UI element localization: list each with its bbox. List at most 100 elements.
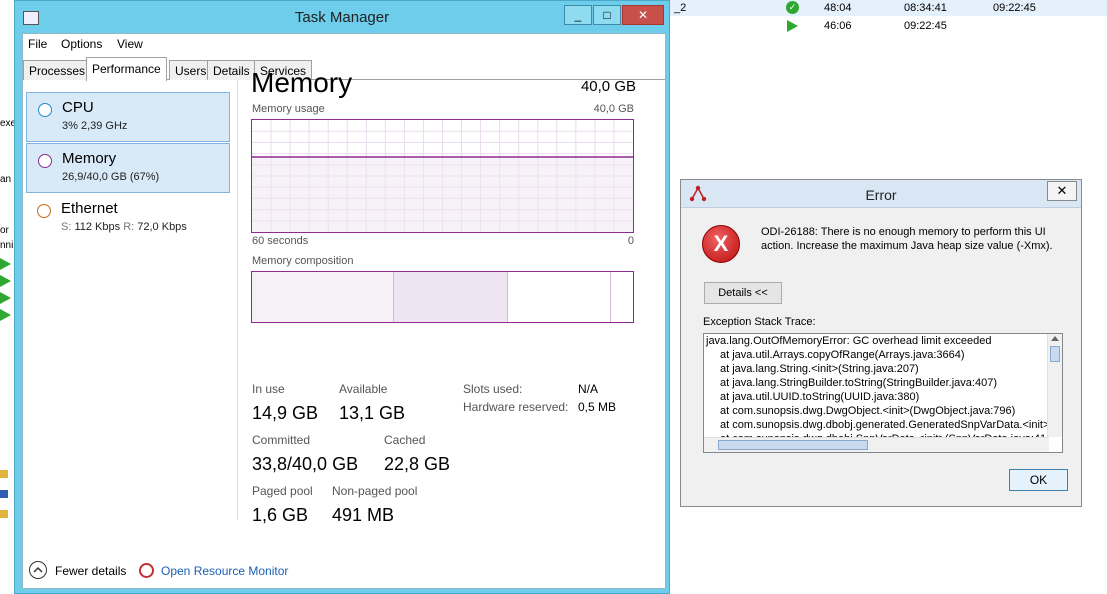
horizontal-scrollbar[interactable] (704, 437, 1049, 452)
time-axis-end: 0 (627, 235, 634, 247)
usage-graph-max: 40,0 GB (593, 103, 634, 115)
sidebar-item-detail: 3% 2,39 GHz (62, 120, 128, 132)
sidebar-item-detail: S: 112 Kbps R: 72,0 Kbps (61, 221, 187, 233)
session-start: 09:22:45 (904, 20, 947, 32)
bg-fragment: or (0, 225, 9, 236)
time-axis-label: 60 seconds (252, 235, 309, 247)
trace-line: at java.lang.StringBuilder.toString(Stri… (720, 377, 997, 389)
session-end: 09:22:45 (993, 2, 1036, 14)
sidebar-item-detail: 26,9/40,0 GB (67%) (62, 171, 160, 183)
sidebar-item-cpu[interactable]: CPU 3% 2,39 GHz (26, 92, 230, 142)
fewer-details-label: Fewer details (55, 564, 127, 578)
memory-indicator-icon (38, 154, 52, 168)
sidebar-item-memory[interactable]: Memory 26,9/40,0 GB (67%) (26, 143, 230, 193)
bg-play-icon (0, 275, 11, 287)
scroll-up-icon[interactable] (1051, 336, 1059, 341)
tab-performance[interactable]: Performance (86, 57, 167, 81)
bg-play-icon (0, 309, 11, 321)
memory-panel: Memory 40,0 GB Memory usage 40,0 GB 60 s… (251, 67, 636, 525)
paged-pool-label: Paged pool (252, 484, 313, 498)
in-use-value: 14,9 GB (252, 403, 319, 423)
scroll-thumb[interactable] (718, 440, 868, 450)
sidebar-item-label: CPU (62, 99, 94, 116)
tab-users[interactable]: Users (169, 60, 213, 80)
bg-play-icon (0, 292, 11, 304)
memory-composition-bar (251, 271, 634, 323)
receive-rate: 72,0 Kbps (137, 221, 187, 233)
stack-trace-text: java.lang.OutOfMemoryError: GC overhead … (704, 334, 1049, 437)
composition-label: Memory composition (252, 255, 354, 267)
session-row[interactable]: 46:06 09:22:45 (668, 18, 1107, 34)
background-session-list: _2 ✓ 48:04 08:34:41 09:22:45 46:06 09:22… (668, 0, 1107, 34)
page-title: Memory (251, 67, 353, 98)
menu-view[interactable]: View (117, 37, 143, 51)
slots-used-value: N/A (578, 382, 599, 396)
usage-graph-fill (252, 156, 633, 232)
menu-bar: File Options View (23, 34, 665, 54)
cached-label: Cached (384, 433, 426, 447)
send-rate: 112 Kbps (74, 221, 121, 233)
chevron-up-icon (29, 561, 47, 579)
resource-monitor-icon (139, 563, 154, 578)
usage-graph-label: Memory usage (252, 103, 325, 115)
in-use-label: In use (252, 382, 285, 396)
paged-pool-value: 1,6 GB (252, 505, 309, 525)
task-manager-window: Task Manager _ □ ✕ File Options View Pro… (14, 0, 670, 594)
ok-button[interactable]: OK (1009, 469, 1068, 491)
trace-line: at java.util.Arrays.copyOfRange(Arrays.j… (720, 349, 965, 361)
send-label: S: (61, 221, 72, 233)
trace-line: at java.lang.String.<init>(String.java:2… (720, 363, 919, 375)
cached-value: 22,8 GB (384, 454, 451, 474)
memory-total: 40,0 GB (580, 78, 636, 95)
error-title-bar[interactable]: Error ✕ (681, 180, 1081, 208)
bg-fragment: exe (0, 118, 14, 129)
hardware-reserved-value: 0,5 MB (578, 400, 617, 414)
non-paged-pool-label: Non-paged pool (332, 484, 418, 498)
running-icon (787, 20, 798, 32)
background-app-strip: exe an or nni (0, 0, 14, 594)
close-button[interactable]: ✕ (622, 5, 664, 25)
maximize-button[interactable]: □ (593, 5, 621, 25)
bg-folder-icon (0, 490, 8, 498)
minimize-button[interactable]: _ (564, 5, 592, 25)
sidebar-item-label: Ethernet (61, 200, 118, 217)
cpu-indicator-icon (38, 103, 52, 117)
session-start: 08:34:41 (904, 2, 947, 14)
error-close-button[interactable]: ✕ (1047, 181, 1077, 201)
menu-file[interactable]: File (28, 37, 47, 51)
trace-line: java.lang.OutOfMemoryError: GC overhead … (706, 335, 992, 347)
session-name: _2 (674, 2, 687, 14)
sidebar-item-label: Memory (62, 150, 117, 167)
trace-line: at java.util.UUID.toString(UUID.java:380… (720, 391, 920, 403)
non-paged-pool-value: 491 MB (332, 505, 395, 525)
trace-line: at com.sunopsis.dwg.dbobj.generated.Gene… (720, 419, 1049, 431)
vertical-scrollbar[interactable] (1047, 334, 1062, 437)
session-row[interactable]: _2 ✓ 48:04 08:34:41 09:22:45 (668, 0, 1107, 16)
bg-fragment: an (0, 174, 12, 185)
tab-processes[interactable]: Processes (23, 60, 92, 80)
bg-folder-icon (0, 470, 8, 478)
memory-usage-graph (251, 119, 634, 233)
trace-line: at com.sunopsis.dwg.DwgObject.<init>(Dwg… (720, 405, 1016, 417)
resource-sidebar: CPU 3% 2,39 GHz Memory 26,9/40,0 GB (67%… (23, 80, 238, 520)
composition-in-use[interactable] (252, 272, 394, 322)
success-icon: ✓ (786, 1, 799, 14)
available-label: Available (339, 382, 388, 396)
usage-graph-svg (252, 120, 633, 232)
bg-folder-icon (0, 510, 8, 518)
composition-modified[interactable] (393, 272, 508, 322)
menu-options[interactable]: Options (61, 37, 102, 51)
stack-trace-box[interactable]: java.lang.OutOfMemoryError: GC overhead … (703, 333, 1063, 453)
scroll-thumb[interactable] (1050, 346, 1060, 362)
session-elapsed: 46:06 (824, 20, 852, 32)
receive-label: R: (123, 221, 135, 233)
available-value: 13,1 GB (339, 403, 406, 423)
sidebar-item-ethernet[interactable]: Ethernet S: 112 Kbps R: 72,0 Kbps (26, 194, 230, 244)
bg-fragment: nni (0, 240, 14, 251)
title-bar[interactable]: Task Manager _ □ ✕ (15, 1, 669, 35)
error-dialog: Error ✕ X ODI-26188: There is no enough … (680, 179, 1082, 507)
details-button[interactable]: Details << (704, 282, 782, 304)
tab-details[interactable]: Details (207, 60, 256, 80)
error-icon: X (702, 225, 740, 263)
composition-standby[interactable] (507, 272, 611, 322)
